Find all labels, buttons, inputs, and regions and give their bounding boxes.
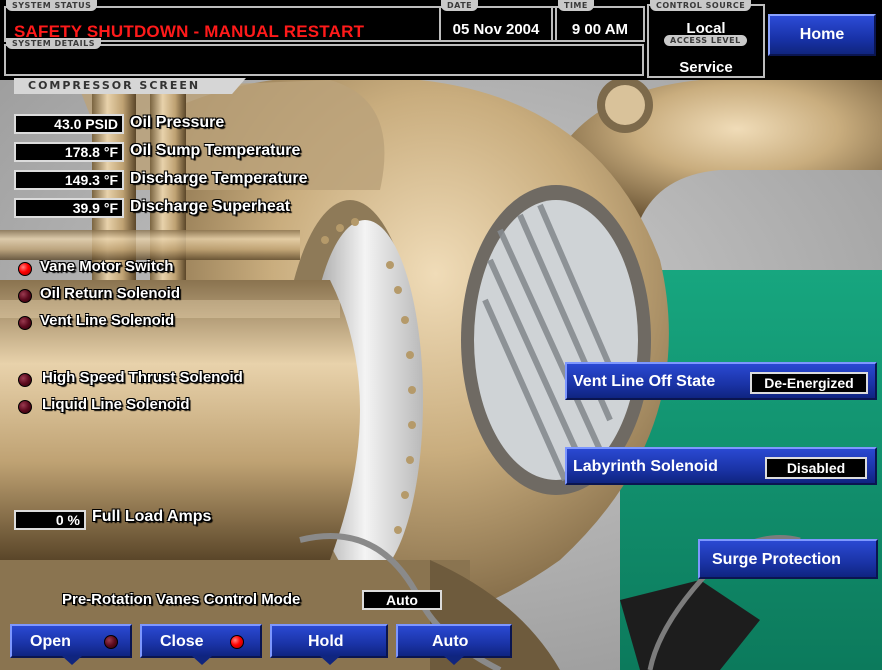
close-button-notch (192, 656, 212, 665)
surge-protection-button[interactable]: Surge Protection (698, 539, 878, 579)
screen-title: COMPRESSOR SCREEN (14, 78, 246, 94)
time-value: 9 00 AM (571, 21, 629, 38)
close-button[interactable]: Close (140, 624, 262, 665)
vent-line-off-state-label: Vent Line Off State (573, 373, 716, 390)
oil-sump-temp-label: Oil Sump Temperature (130, 142, 301, 159)
date-value: 05 Nov 2004 (452, 21, 540, 38)
access-level-value: Service (679, 59, 733, 76)
date-box: 05 Nov 2004 (439, 6, 553, 42)
vent-line-solenoid-led (18, 316, 32, 330)
auto-button-notch (444, 656, 464, 665)
system-details-box (4, 44, 644, 76)
labyrinth-solenoid-label: Labyrinth Solenoid (573, 458, 718, 475)
discharge-temp-readout: 149.3 °F (14, 170, 124, 190)
hold-button[interactable]: Hold (270, 624, 388, 665)
labyrinth-solenoid-button[interactable]: Labyrinth Solenoid Disabled (565, 447, 877, 485)
oil-pressure-readout: 43.0 PSID (14, 114, 124, 134)
auto-button-label: Auto (432, 633, 469, 650)
oil-return-solenoid-label: Oil Return Solenoid (40, 285, 181, 302)
oil-sump-temp-readout: 178.8 °F (14, 142, 124, 162)
surge-protection-label: Surge Protection (712, 551, 841, 568)
discharge-superheat-readout: 39.9 °F (14, 198, 124, 218)
hold-button-notch (320, 656, 340, 665)
vent-line-solenoid-label: Vent Line Solenoid (40, 312, 175, 329)
close-button-label: Close (160, 633, 204, 650)
liquid-line-solenoid-label: Liquid Line Solenoid (42, 396, 190, 413)
open-button-notch (62, 656, 82, 665)
time-box: 9 00 AM (555, 6, 645, 42)
liquid-line-solenoid-led (18, 400, 32, 414)
hold-button-label: Hold (308, 633, 344, 650)
discharge-superheat-label: Discharge Superheat (130, 198, 291, 215)
home-button-label: Home (799, 26, 845, 43)
vent-line-off-state-value: De-Energized (750, 372, 868, 394)
date-label: DATE (441, 0, 479, 11)
vane-motor-switch-label: Vane Motor Switch (40, 258, 174, 275)
oil-return-solenoid-led (18, 289, 32, 303)
vent-line-off-state-button[interactable]: Vent Line Off State De-Energized (565, 362, 877, 400)
close-status-led (230, 635, 244, 649)
system-status-label: SYSTEM STATUS (6, 0, 98, 11)
open-button[interactable]: Open (10, 624, 132, 665)
high-speed-thrust-solenoid-led (18, 373, 32, 387)
auto-button[interactable]: Auto (396, 624, 512, 665)
discharge-temp-label: Discharge Temperature (130, 170, 308, 187)
home-button[interactable]: Home (768, 14, 876, 56)
vane-motor-switch-led (18, 262, 32, 276)
oil-pressure-label: Oil Pressure (130, 114, 225, 131)
open-status-led (104, 635, 118, 649)
system-details-label: SYSTEM DETAILS (6, 38, 101, 49)
labyrinth-solenoid-value: Disabled (765, 457, 867, 479)
time-label: TIME (558, 0, 594, 11)
access-level-label: ACCESS LEVEL (664, 35, 747, 46)
high-speed-thrust-solenoid-label: High Speed Thrust Solenoid (42, 369, 243, 386)
full-load-amps-readout: 0 % (14, 510, 86, 530)
open-button-label: Open (30, 633, 71, 650)
full-load-amps-label: Full Load Amps (92, 508, 212, 525)
control-source-label: CONTROL SOURCE (650, 0, 752, 11)
prv-control-mode-label: Pre-Rotation Vanes Control Mode (62, 591, 301, 608)
prv-control-mode-value: Auto (362, 590, 442, 610)
